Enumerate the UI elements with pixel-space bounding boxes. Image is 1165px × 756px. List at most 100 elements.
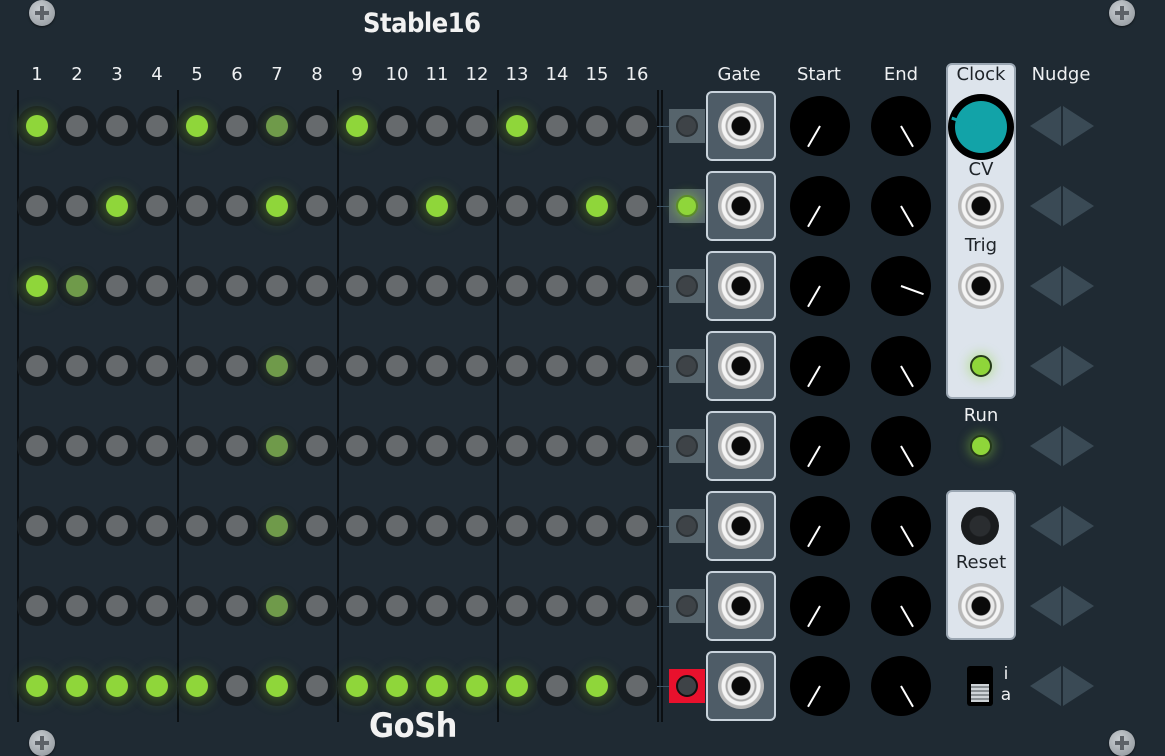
step-button[interactable] — [57, 426, 97, 466]
step-button[interactable] — [577, 506, 617, 546]
step-button[interactable] — [17, 106, 57, 146]
step-button[interactable] — [417, 506, 457, 546]
nudge-left-icon[interactable] — [1030, 346, 1061, 386]
step-button[interactable] — [617, 106, 657, 146]
gate-output-jack[interactable] — [718, 343, 764, 389]
step-button[interactable] — [177, 346, 217, 386]
clock-knob[interactable] — [948, 94, 1014, 160]
step-button[interactable] — [257, 186, 297, 226]
step-button[interactable] — [497, 106, 537, 146]
step-button[interactable] — [537, 186, 577, 226]
end-knob[interactable] — [871, 176, 931, 236]
step-button[interactable] — [217, 586, 257, 626]
step-button[interactable] — [217, 106, 257, 146]
step-button[interactable] — [577, 106, 617, 146]
step-button[interactable] — [457, 586, 497, 626]
end-knob[interactable] — [871, 496, 931, 556]
step-button[interactable] — [537, 666, 577, 706]
step-button[interactable] — [457, 506, 497, 546]
step-button[interactable] — [17, 506, 57, 546]
step-button[interactable] — [97, 666, 137, 706]
step-button[interactable] — [177, 506, 217, 546]
row-select-button[interactable] — [669, 109, 705, 143]
nudge-right-icon[interactable] — [1063, 426, 1094, 466]
row-select-button[interactable] — [669, 429, 705, 463]
step-button[interactable] — [537, 586, 577, 626]
step-button[interactable] — [337, 186, 377, 226]
step-button[interactable] — [337, 666, 377, 706]
step-button[interactable] — [177, 426, 217, 466]
step-button[interactable] — [617, 586, 657, 626]
step-button[interactable] — [417, 666, 457, 706]
nudge-left-icon[interactable] — [1030, 506, 1061, 546]
step-button[interactable] — [177, 586, 217, 626]
nudge-right-icon[interactable] — [1063, 106, 1094, 146]
step-button[interactable] — [297, 666, 337, 706]
step-button[interactable] — [297, 426, 337, 466]
gate-output-jack[interactable] — [718, 663, 764, 709]
step-button[interactable] — [457, 346, 497, 386]
step-button[interactable] — [417, 426, 457, 466]
end-knob[interactable] — [871, 96, 931, 156]
step-button[interactable] — [257, 426, 297, 466]
step-button[interactable] — [97, 346, 137, 386]
step-button[interactable] — [537, 346, 577, 386]
nudge-right-icon[interactable] — [1063, 346, 1094, 386]
end-knob[interactable] — [871, 576, 931, 636]
step-button[interactable] — [137, 106, 177, 146]
step-button[interactable] — [137, 346, 177, 386]
step-button[interactable] — [377, 106, 417, 146]
step-button[interactable] — [17, 266, 57, 306]
step-button[interactable] — [377, 586, 417, 626]
step-button[interactable] — [297, 506, 337, 546]
nudge-left-icon[interactable] — [1030, 586, 1061, 626]
end-knob[interactable] — [871, 336, 931, 396]
step-button[interactable] — [57, 106, 97, 146]
gate-output-jack[interactable] — [718, 423, 764, 469]
step-button[interactable] — [497, 346, 537, 386]
step-button[interactable] — [57, 666, 97, 706]
step-button[interactable] — [617, 346, 657, 386]
step-button[interactable] — [217, 346, 257, 386]
start-knob[interactable] — [790, 96, 850, 156]
nudge-left-icon[interactable] — [1030, 266, 1061, 306]
step-button[interactable] — [297, 106, 337, 146]
step-button[interactable] — [337, 586, 377, 626]
step-button[interactable] — [457, 186, 497, 226]
cv-input-jack[interactable] — [958, 183, 1004, 229]
row-select-button[interactable] — [669, 189, 705, 223]
nudge-right-icon[interactable] — [1063, 506, 1094, 546]
step-button[interactable] — [537, 506, 577, 546]
step-button[interactable] — [497, 186, 537, 226]
start-knob[interactable] — [790, 176, 850, 236]
step-button[interactable] — [57, 266, 97, 306]
step-button[interactable] — [577, 346, 617, 386]
step-button[interactable] — [577, 266, 617, 306]
step-button[interactable] — [257, 346, 297, 386]
step-button[interactable] — [457, 666, 497, 706]
step-button[interactable] — [377, 506, 417, 546]
nudge-left-icon[interactable] — [1030, 426, 1061, 466]
nudge-right-icon[interactable] — [1063, 666, 1094, 706]
step-button[interactable] — [537, 426, 577, 466]
step-button[interactable] — [17, 346, 57, 386]
trig-input-jack[interactable] — [958, 263, 1004, 309]
step-button[interactable] — [577, 666, 617, 706]
gate-output-jack[interactable] — [718, 503, 764, 549]
start-knob[interactable] — [790, 496, 850, 556]
row-select-button[interactable] — [669, 589, 705, 623]
gate-output-jack[interactable] — [718, 263, 764, 309]
step-button[interactable] — [177, 266, 217, 306]
nudge-left-icon[interactable] — [1030, 106, 1061, 146]
step-button[interactable] — [377, 666, 417, 706]
step-button[interactable] — [377, 266, 417, 306]
step-button[interactable] — [617, 426, 657, 466]
step-button[interactable] — [97, 586, 137, 626]
reset-input-jack[interactable] — [958, 583, 1004, 629]
step-button[interactable] — [537, 106, 577, 146]
step-button[interactable] — [337, 106, 377, 146]
step-button[interactable] — [577, 426, 617, 466]
reset-button[interactable] — [961, 507, 999, 545]
mode-switch[interactable] — [967, 666, 993, 706]
step-button[interactable] — [177, 106, 217, 146]
